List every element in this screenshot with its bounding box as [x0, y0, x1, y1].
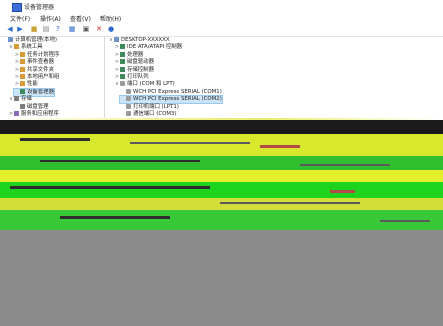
tool-icon [20, 81, 25, 87]
menu-bar: 文件(F) 操作(A) 查看(V) 帮助(H) [0, 13, 443, 23]
help-icon[interactable]: ? [54, 26, 62, 33]
tool-icon [20, 74, 25, 79]
device-tree-item-label: 存储控制器 [127, 66, 154, 73]
tool-icon [14, 44, 19, 50]
device-tree-item[interactable]: WCH PCI Express SERIAL (COM1) [120, 88, 222, 96]
device-tree-item[interactable]: ∨ DESKTOP-XXXXXX [108, 37, 170, 44]
update-icon[interactable]: ● [107, 26, 115, 33]
nav-tree-item[interactable]: > 事件查看器 [14, 59, 54, 66]
back-icon[interactable]: ◀ [6, 26, 14, 33]
nav-tree-item[interactable]: > 本地用户和组 [14, 74, 59, 81]
nav-tree-item-label: 共享文件夹 [27, 66, 54, 73]
nav-tree-item-label: 性能 [27, 81, 38, 88]
port-icon [126, 103, 131, 109]
port-icon [126, 88, 131, 94]
scan-icon[interactable]: ▣ [82, 26, 90, 33]
device-tree-item[interactable]: > 磁盘驱动器 [114, 59, 154, 66]
remove-icon[interactable]: ✕ [95, 26, 103, 33]
nav-tree-item[interactable]: 计算机管理(本地) [2, 37, 57, 44]
nav-tree-item[interactable]: > 共享文件夹 [14, 66, 54, 74]
dev-icon [120, 74, 125, 79]
port-icon [120, 81, 125, 87]
device-tree-item-label: 打印队列 [127, 74, 149, 80]
menu-action[interactable]: 操作(A) [40, 14, 61, 23]
nav-tree-item-label: 磁盘管理 [27, 103, 49, 110]
nav-tree-item-label: 事件查看器 [27, 59, 54, 66]
device-tree-item-label: 端口 (COM 和 LPT) [127, 81, 175, 88]
pane-divider[interactable] [104, 36, 105, 120]
nav-tree-item[interactable]: 设备管理器 [13, 87, 55, 97]
toolbar: ◀ ▶ ■ ▤ ? ▦ ▣ ✕ ● [0, 24, 443, 37]
device-tree-item[interactable]: 通信端口 (COM3) [120, 111, 177, 118]
device-tree-item[interactable]: ∨ 端口 (COM 和 LPT) [114, 81, 175, 88]
tool-icon [20, 66, 25, 72]
dev-icon [120, 44, 125, 50]
dev-icon [120, 66, 125, 72]
device-tree-item[interactable]: > 打印队列 [114, 74, 149, 81]
nav-tree-item[interactable]: > 任务计划程序 [14, 51, 60, 59]
store-icon [14, 96, 19, 102]
nav-tree-item-label: 存储 [21, 96, 32, 103]
svc-icon [14, 111, 19, 116]
comp-icon [8, 37, 13, 42]
device-manager-window: 设备管理器 文件(F) 操作(A) 查看(V) 帮助(H) ◀ ▶ ■ ▤ ? … [0, 0, 443, 120]
forward-icon[interactable]: ▶ [16, 26, 24, 33]
comp-icon [114, 37, 119, 42]
properties-icon[interactable]: ▤ [42, 26, 50, 33]
refresh-icon[interactable]: ▦ [68, 26, 76, 33]
nav-tree-item[interactable]: ∨ 系统工具 [8, 44, 43, 51]
menu-help[interactable]: 帮助(H) [100, 14, 121, 23]
tool-icon [20, 51, 25, 57]
title-bar: 设备管理器 [0, 0, 443, 13]
nav-tree-item[interactable]: > 服务和应用程序 [8, 111, 59, 118]
nav-tree-item-label: 本地用户和组 [27, 74, 60, 80]
device-tree-item[interactable]: > 处理器 [114, 51, 144, 59]
dev-icon [120, 51, 125, 57]
corrupted-region [0, 120, 443, 326]
device-tree-item[interactable]: > IDE ATA/ATAPI 控制器 [114, 44, 182, 51]
device-tree-item-label: WCH PCI Express SERIAL (COM2) [133, 96, 222, 103]
nav-tree-item-label: 设备管理器 [27, 88, 54, 95]
app-icon [12, 3, 22, 12]
device-tree-item-label: 打印机端口 (LPT1) [133, 103, 179, 110]
port-icon [126, 111, 131, 116]
device-tree-item-label: 磁盘驱动器 [127, 59, 154, 66]
nav-tree-item[interactable]: > 性能 [14, 81, 38, 88]
tool-icon [20, 59, 25, 65]
device-tree-item-label: 处理器 [127, 51, 144, 58]
nav-tree-item[interactable]: ∨ 存储 [8, 96, 32, 103]
device-tree-item[interactable]: WCH PCI Express SERIAL (COM2) [119, 95, 223, 105]
nav-tree-item-label: 任务计划程序 [27, 51, 60, 58]
store-icon [20, 103, 25, 109]
device-tree-item[interactable]: > 存储控制器 [114, 66, 154, 74]
device-tree-item-label: IDE ATA/ATAPI 控制器 [127, 44, 183, 51]
dev-icon [20, 88, 25, 94]
window-title: 设备管理器 [24, 4, 55, 11]
menu-view[interactable]: 查看(V) [70, 14, 91, 23]
nav-tree-item-label: 系统工具 [21, 44, 43, 51]
folder-icon[interactable]: ■ [30, 26, 38, 33]
device-tree-item[interactable]: 打印机端口 (LPT1) [120, 103, 179, 111]
nav-tree-item-label: 计算机管理(本地) [15, 37, 57, 43]
port-icon [126, 96, 131, 102]
dev-icon [120, 59, 125, 65]
device-tree-item-label: DESKTOP-XXXXXX [121, 37, 170, 43]
menu-file[interactable]: 文件(F) [10, 14, 30, 23]
nav-tree-item-label: 服务和应用程序 [21, 111, 59, 117]
nav-tree-item[interactable]: 磁盘管理 [14, 103, 49, 111]
device-tree-item-label: 通信端口 (COM3) [133, 111, 177, 117]
device-tree-item-label: WCH PCI Express SERIAL (COM1) [133, 88, 222, 95]
